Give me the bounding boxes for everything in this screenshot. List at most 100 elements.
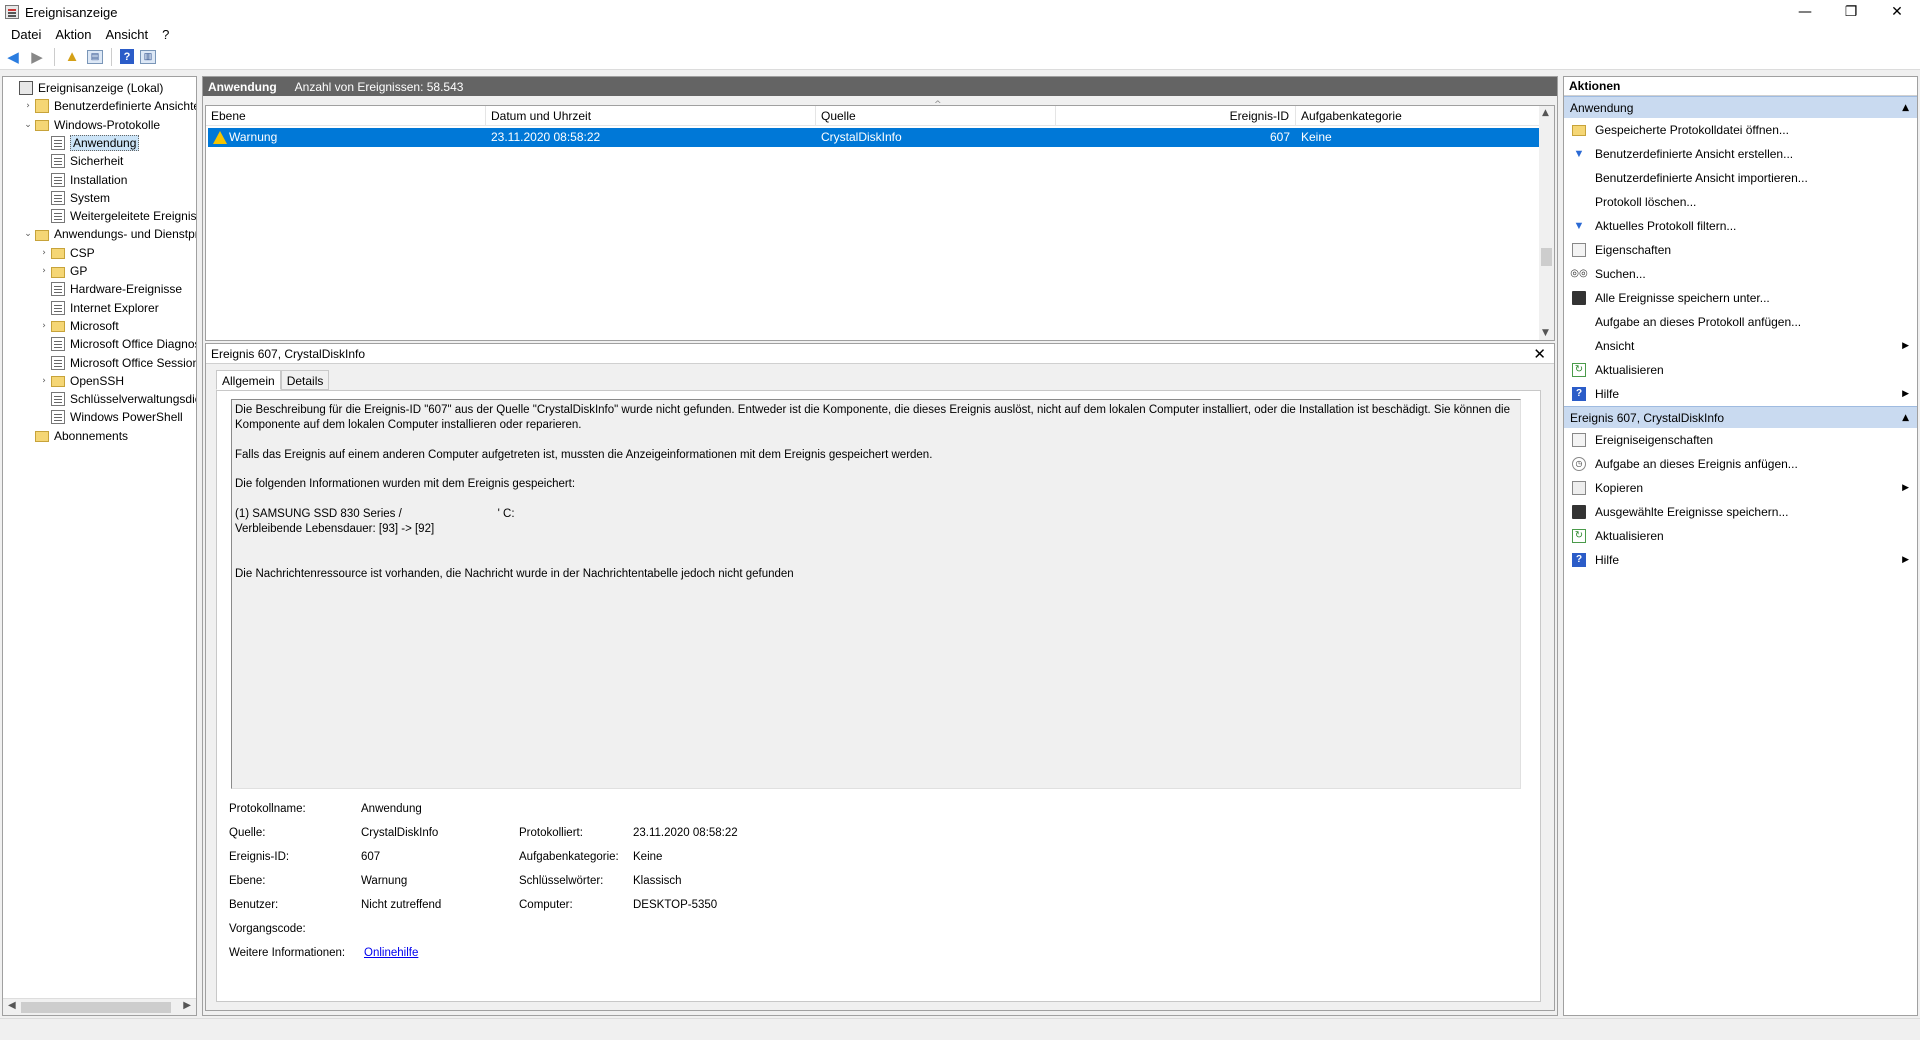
collapsed-chevron-icon[interactable]: › [37,376,51,386]
tree-item[interactable]: › OpenSSH [37,372,124,390]
tab-details[interactable]: Details [280,370,330,390]
action-item[interactable]: Alle Ereignisse speichern unter... [1564,286,1917,310]
close-button[interactable]: ✕ [1874,0,1920,24]
tree-item[interactable]: › GP [37,262,87,280]
menu-help[interactable]: ? [155,27,176,42]
action-item[interactable]: ◷ Aufgabe an dieses Ereignis anfügen... [1564,452,1917,476]
collapse-icon[interactable]: ▲ [1902,407,1909,429]
expanded-chevron-icon[interactable]: ⌄ [21,229,35,239]
tree-item[interactable]: › Microsoft [37,317,119,335]
close-icon[interactable]: ✕ [1533,344,1546,364]
tree-item[interactable]: Internet Explorer [37,299,159,317]
actions-section-event[interactable]: Ereignis 607, CrystalDiskInfo ▲ [1564,406,1917,428]
action-item[interactable]: Gespeicherte Protokolldatei öffnen... [1564,118,1917,142]
tree-item[interactable]: Anwendung [37,134,140,152]
column-task-category[interactable]: Aufgabenkategorie [1296,106,1541,126]
tree-item-label: System [70,190,111,205]
action-item[interactable]: Eigenschaften [1564,238,1917,262]
menu-ansicht[interactable]: Ansicht [99,27,156,42]
collapse-icon[interactable]: ▲ [1902,97,1909,119]
tab-allgemein[interactable]: Allgemein [216,370,281,390]
collapsed-chevron-icon[interactable]: › [37,248,51,258]
tree-item[interactable]: Windows PowerShell [37,408,183,426]
collapsed-chevron-icon[interactable]: › [37,266,51,276]
tree-item[interactable]: › Benutzerdefinierte Ansichten [21,97,196,115]
actions-section-log[interactable]: Anwendung ▲ [1564,96,1917,118]
scroll-right-icon[interactable]: ▶ [183,1000,191,1011]
tree-item[interactable]: Weitergeleitete Ereignisse [37,207,197,225]
scrollbar-thumb[interactable] [21,1002,171,1013]
general-tab-body: Die Beschreibung für die Ereignis-ID "60… [216,390,1541,1002]
keywords-label: Schlüsselwörter: [519,875,604,887]
tree-item[interactable]: Ereignisanzeige (Lokal) [5,79,163,97]
properties-icon [1572,433,1586,447]
tree-item[interactable]: Microsoft Office Sessions [37,354,196,372]
scroll-up-icon[interactable]: ▲ [1542,108,1549,118]
column-event-id[interactable]: Ereignis-ID [1056,106,1296,126]
save-icon [1572,505,1586,519]
keywords-value: Klassisch [633,875,682,887]
log-icon [51,209,65,224]
toolbar-separator [111,47,112,66]
tree-item[interactable]: Installation [37,171,127,189]
scrollbar-thumb[interactable] [1541,248,1552,266]
menu-datei[interactable]: Datei [4,27,48,42]
up-folder-icon[interactable]: ▲ [63,48,81,66]
action-item[interactable]: ↻ Aktualisieren [1564,358,1917,382]
menu-bar: Datei Aktion Ansicht ? [0,24,1920,44]
action-item[interactable]: ▼ Benutzerdefinierte Ansicht erstellen... [1564,142,1917,166]
forward-arrow-icon[interactable]: ▶ [28,48,46,66]
tree-item[interactable]: › CSP [37,244,95,262]
scroll-left-icon[interactable]: ◀ [8,1000,16,1011]
action-item[interactable]: Ausgewählte Ereignisse speichern... [1564,500,1917,524]
action-item[interactable]: ↻ Aktualisieren [1564,524,1917,548]
tree-item[interactable]: Sicherheit [37,152,123,170]
tree-horizontal-scrollbar[interactable]: ◀ ▶ [3,998,196,1015]
event-description[interactable]: Die Beschreibung für die Ereignis-ID "60… [231,399,1521,789]
action-item[interactable]: ◎◎ Suchen... [1564,262,1917,286]
action-item[interactable]: Benutzerdefinierte Ansicht importieren..… [1564,166,1917,190]
tree-item[interactable]: Abonnements [21,427,128,445]
show-hide-action-pane-icon[interactable]: ▥ [140,49,156,64]
tree-item[interactable]: ⌄ Anwendungs- und Dienstprotokolle [21,225,196,243]
restore-button[interactable]: ❐ [1828,0,1874,24]
action-item[interactable]: ? Hilfe ▶ [1564,548,1917,572]
collapsed-chevron-icon[interactable]: › [21,101,35,111]
action-item[interactable]: ▼ Aktuelles Protokoll filtern... [1564,214,1917,238]
event-count: Anzahl von Ereignissen: 58.543 [294,79,464,94]
online-help-link[interactable]: Onlinehilfe [364,945,418,961]
action-item[interactable]: Kopieren ▶ [1564,476,1917,500]
tree-item[interactable]: Hardware-Ereignisse [37,280,182,298]
source-label: Quelle: [229,827,266,839]
action-item[interactable]: Protokoll löschen... [1564,190,1917,214]
log-icon [51,172,65,187]
tree-item-label: Weitergeleitete Ereignisse [70,209,197,224]
tree-item[interactable]: Schlüsselverwaltungsdienst [37,390,196,408]
action-item[interactable]: Ansicht ▶ [1564,334,1917,358]
minimize-button[interactable]: — [1782,0,1828,24]
help-icon[interactable]: ? [120,49,134,64]
table-row[interactable]: Warnung 23.11.2020 08:58:22 CrystalDiskI… [208,128,1539,147]
column-datetime[interactable]: Datum und Uhrzeit [486,106,816,126]
action-item[interactable]: ? Hilfe ▶ [1564,382,1917,406]
tree-item[interactable]: System [37,189,110,207]
tree-item-label: Hardware-Ereignisse [70,282,183,297]
task-category-value: Keine [633,851,663,863]
tree-item-label: Anwendung [70,134,140,151]
column-level[interactable]: Ebene [206,106,486,126]
scroll-down-icon[interactable]: ▼ [1542,328,1549,338]
expanded-chevron-icon[interactable]: ⌄ [21,120,35,130]
action-item[interactable]: Ereigniseigenschaften [1564,428,1917,452]
back-arrow-icon[interactable]: ◀ [4,48,22,66]
actions-section-title: Ereignis 607, CrystalDiskInfo [1570,411,1725,425]
show-hide-console-tree-icon[interactable]: ▤ [87,49,103,64]
tree-item[interactable]: Microsoft Office Diagnostics [37,335,196,353]
menu-aktion[interactable]: Aktion [48,27,98,42]
window-controls: — ❐ ✕ [1782,0,1920,24]
event-list-vertical-scrollbar[interactable]: ▲ ▼ [1539,106,1554,340]
tree-item[interactable]: ⌄ Windows-Protokolle [21,116,160,134]
description-paragraph: Die folgenden Informationen wurden mit d… [235,478,576,491]
collapsed-chevron-icon[interactable]: › [37,321,51,331]
action-item[interactable]: Aufgabe an dieses Protokoll anfügen... [1564,310,1917,334]
save-icon [1572,291,1586,305]
